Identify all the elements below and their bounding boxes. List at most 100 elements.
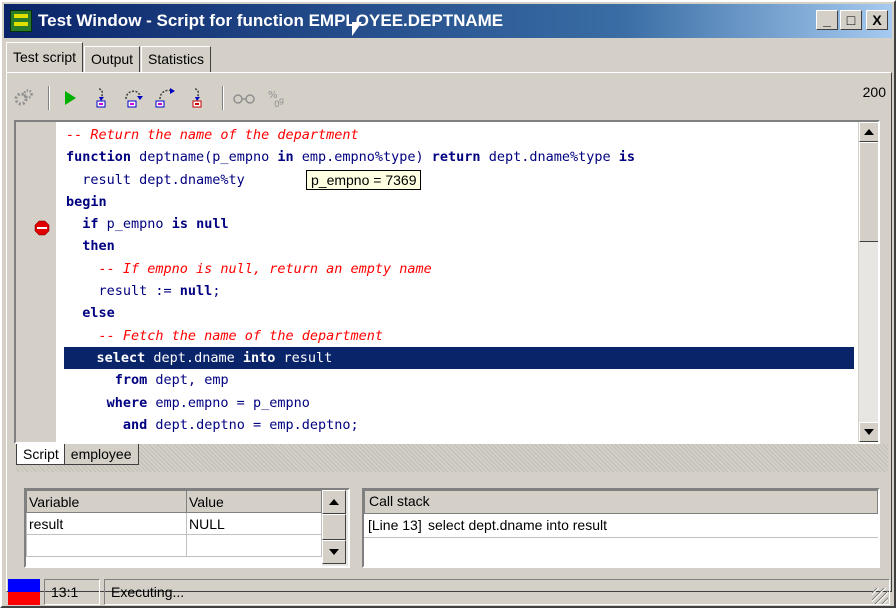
step-into-button[interactable] xyxy=(88,84,116,112)
watch-button[interactable] xyxy=(230,84,258,112)
code-keyword: if xyxy=(82,216,99,233)
status-indicator-bottom xyxy=(8,592,40,605)
run-to-exception-icon xyxy=(192,88,202,108)
code-comment: -- Return the name of the department xyxy=(66,127,359,143)
breakpoint-gutter[interactable] xyxy=(16,122,56,442)
current-execution-line[interactable]: select dept.dname into result xyxy=(64,346,854,370)
code-keyword: return xyxy=(431,149,481,166)
arrow-down-icon xyxy=(329,549,339,555)
step-over-button[interactable] xyxy=(120,84,148,112)
code-line[interactable]: then xyxy=(66,235,866,257)
breakpoints-button[interactable]: % 0 g xyxy=(262,84,290,112)
code-keyword: select xyxy=(96,349,146,366)
variable-value-cell[interactable]: NULL xyxy=(186,512,322,535)
variables-scroll-down-button[interactable] xyxy=(322,540,346,564)
code-token: emp.empno = p_empno xyxy=(147,394,310,411)
code-keyword: null xyxy=(179,283,213,300)
tab-employee[interactable]: employee xyxy=(63,444,139,465)
code-line[interactable]: else xyxy=(66,302,866,324)
code-line[interactable]: and dept.deptno = emp.deptno; xyxy=(66,414,866,436)
breakpoint-stop-icon[interactable] xyxy=(34,220,50,236)
gears-icon xyxy=(14,89,33,106)
scroll-up-button[interactable] xyxy=(859,122,878,142)
variable-name-cell[interactable]: result xyxy=(26,512,187,535)
code-token: dept, emp xyxy=(147,372,229,389)
close-button[interactable]: X xyxy=(866,10,888,30)
code-editor[interactable]: -- Return the name of the department func… xyxy=(14,120,880,444)
variable-value-cell[interactable] xyxy=(186,534,322,557)
test-window: Test Window - Script for function EMPLOY… xyxy=(0,0,896,608)
bottom-tab-strip: Script employee xyxy=(16,444,888,472)
code-comment: -- Fetch the name of the department xyxy=(66,327,383,344)
table-row[interactable] xyxy=(26,534,322,557)
column-header-value[interactable]: Value xyxy=(186,490,322,513)
table-row[interactable]: result NULL xyxy=(26,512,322,535)
toolbar-separator xyxy=(48,86,50,110)
execute-button[interactable] xyxy=(10,84,38,112)
step-over-icon xyxy=(125,90,143,108)
code-line[interactable]: result := null; xyxy=(66,280,866,302)
editor-vertical-scrollbar[interactable] xyxy=(858,122,878,442)
code-token: ; xyxy=(212,283,221,300)
scroll-thumb[interactable] xyxy=(859,142,878,242)
code-token: dept.dname%type xyxy=(480,149,619,166)
tab-script[interactable]: Script xyxy=(16,444,66,465)
step-out-button[interactable] xyxy=(152,84,180,112)
call-stack-text: select dept.dname into result xyxy=(428,517,607,533)
minimize-button[interactable]: _ xyxy=(816,10,838,30)
variable-tooltip: p_empno = 7369 xyxy=(306,170,422,190)
column-header-variable[interactable]: Variable xyxy=(26,490,187,513)
list-item[interactable]: [Line 13] select dept.dname into result xyxy=(364,514,878,538)
variables-scrollbar[interactable] xyxy=(322,490,348,566)
glasses-icon xyxy=(233,94,255,104)
status-message: Executing... xyxy=(104,579,890,605)
code-keyword: where xyxy=(106,394,148,411)
code-line[interactable]: -- If empno is null, return an empty nam… xyxy=(66,258,866,280)
arrow-up-icon xyxy=(329,499,339,505)
code-line[interactable]: if p_empno is null xyxy=(66,213,866,235)
caption-buttons: _ □ X xyxy=(816,10,888,30)
code-line[interactable]: function deptname(p_empno in emp.empno%t… xyxy=(66,146,866,168)
code-line[interactable]: -- Return the name of the department xyxy=(66,124,866,146)
variables-scroll-thumb[interactable] xyxy=(322,514,346,540)
code-line[interactable]: where emp.empno = p_empno xyxy=(66,392,866,414)
call-stack-panel[interactable]: Call stack [Line 13] select dept.dname i… xyxy=(362,488,880,568)
title-bar[interactable]: Test Window - Script for function EMPLOY… xyxy=(4,4,892,38)
status-indicator-top xyxy=(8,579,40,592)
maximize-button[interactable]: □ xyxy=(840,10,862,30)
run-to-exception-button[interactable] xyxy=(184,84,212,112)
variables-scroll-up-button[interactable] xyxy=(322,490,346,514)
scroll-down-button[interactable] xyxy=(859,422,878,442)
variables-grid[interactable]: Variable Value result NULL xyxy=(24,488,350,568)
tab-statistics[interactable]: Statistics xyxy=(141,46,212,72)
record-count: 200 xyxy=(862,84,886,100)
code-token: dept.dname xyxy=(145,349,243,366)
code-keyword: and xyxy=(122,416,148,433)
code-line[interactable]: from dept, emp xyxy=(66,369,866,391)
code-keyword: into xyxy=(242,349,276,366)
code-keyword: in xyxy=(277,149,294,166)
code-token: deptname(p_empno xyxy=(131,149,278,166)
step-into-icon xyxy=(96,88,106,108)
arrow-up-icon xyxy=(864,129,874,135)
code-keyword: begin xyxy=(66,193,107,210)
resize-grip-icon[interactable] xyxy=(872,588,888,604)
variables-icon: %0 g xyxy=(268,90,284,109)
code-token: emp.empno%type) xyxy=(293,149,432,166)
run-button[interactable] xyxy=(56,84,84,112)
code-keyword: is null xyxy=(171,216,229,233)
code-keyword: from xyxy=(114,372,148,389)
status-bar: 13:1 Executing... xyxy=(8,578,890,606)
code-line[interactable]: result dept.dname%ty xyxy=(66,169,866,191)
code-line[interactable]: -- Fetch the name of the department xyxy=(66,325,866,347)
call-stack-line: [Line 13] xyxy=(368,517,422,533)
tab-output[interactable]: Output xyxy=(84,46,141,72)
code-line[interactable]: begin xyxy=(66,191,866,213)
variable-name-cell[interactable] xyxy=(26,534,187,557)
tab-test-script[interactable]: Test script xyxy=(6,42,84,72)
arrow-down-icon xyxy=(864,429,874,435)
